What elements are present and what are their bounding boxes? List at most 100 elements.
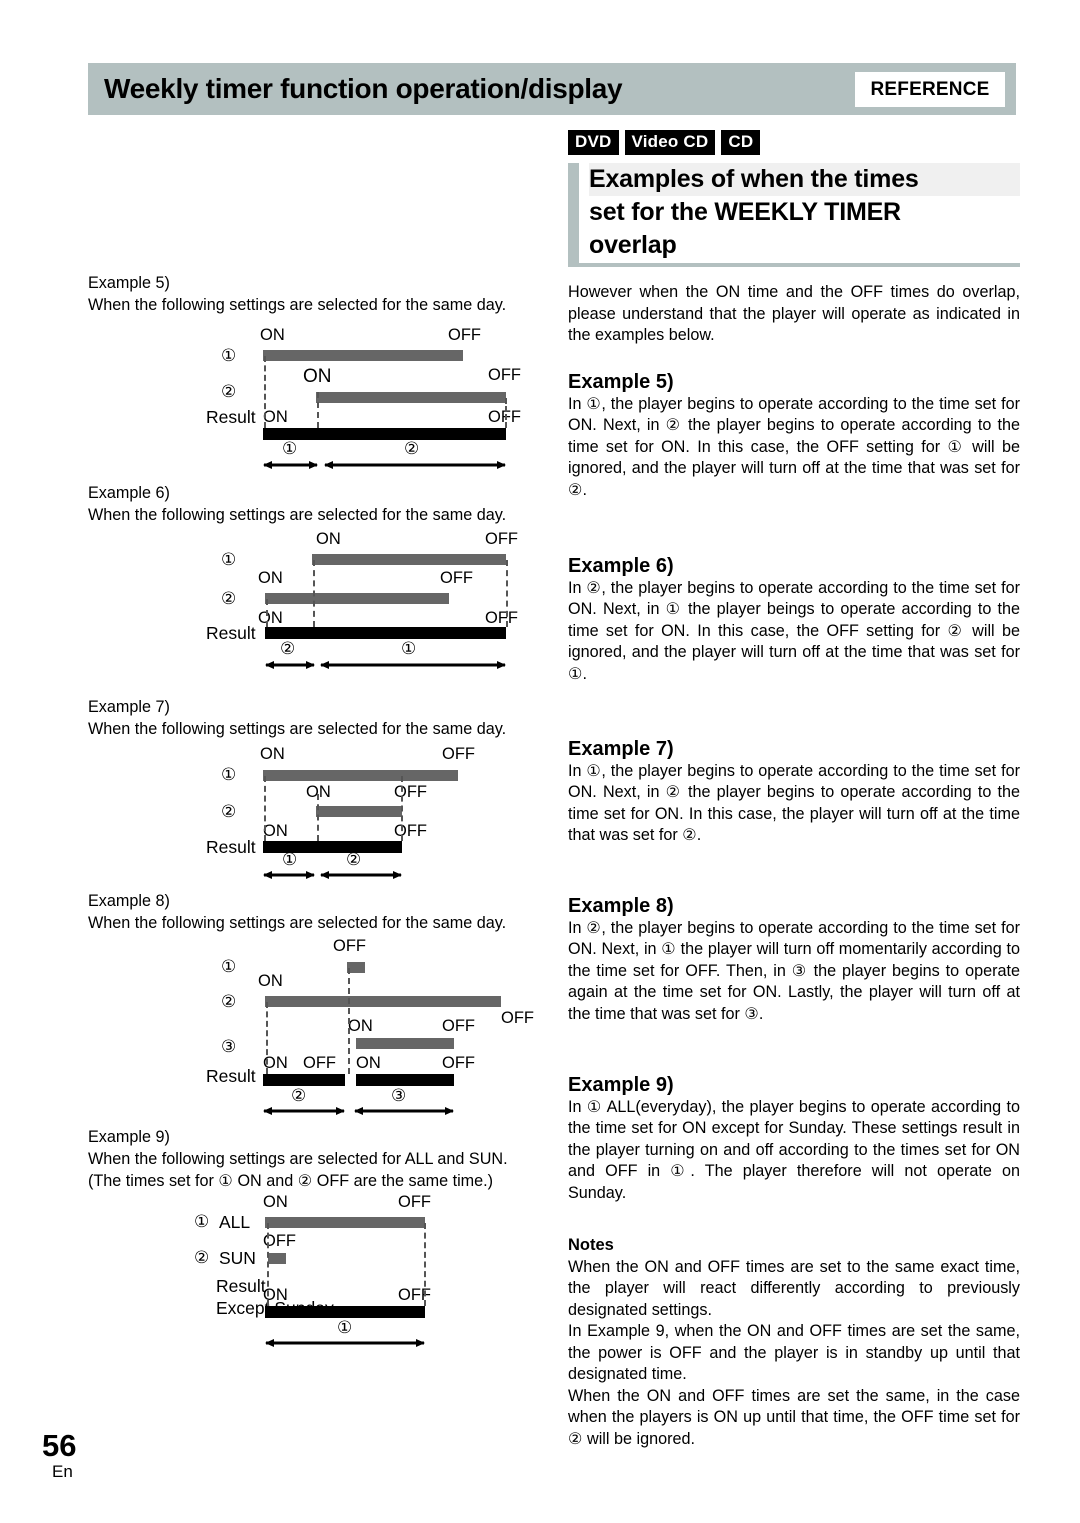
diagram-6-span2-arrow (320, 660, 506, 670)
diagram-9-result-off-label: OFF (398, 1286, 431, 1304)
diagram-6-span2-index: ① (401, 639, 417, 659)
left-example-9-caption: Example 9) When the following settings a… (88, 1126, 508, 1192)
diagram-7-row1-index: ① (221, 765, 237, 785)
diagram-7-guide-1 (264, 776, 266, 841)
diagram-6-row2-off-label: OFF (440, 569, 473, 587)
diagram-8-row3-on-label: ON (348, 1017, 373, 1035)
left-example-8-caption: Example 8) When the following settings a… (88, 890, 506, 934)
diagram-6-row1-off-label: OFF (485, 530, 518, 548)
notes-heading: Notes (568, 1236, 614, 1254)
diagram-5-row2-on-label: ON (303, 366, 332, 387)
left-example-5-heading: Example 5) (88, 274, 170, 292)
left-example-9-heading: Example 9) (88, 1128, 170, 1146)
diagram-6-guide-3 (266, 599, 268, 627)
page-number: 56 (42, 1428, 77, 1463)
diagram-9-row2-bar (268, 1253, 286, 1264)
right-example-7-body: In ①, the player begins to operate accor… (568, 761, 1020, 845)
diagram-7-row2-off-label: OFF (394, 783, 427, 801)
diagram-8-result-off-label-2: OFF (442, 1054, 475, 1072)
diagram-9-span-arrow (265, 1338, 425, 1348)
diagram-7-row1-off-label: OFF (442, 745, 475, 763)
disc-badge-video-cd: Video CD (624, 130, 716, 155)
page-language: En (52, 1462, 73, 1481)
diagram-5-row1-on-label: ON (260, 326, 285, 344)
diagram-5-result-bar (263, 428, 506, 440)
left-example-9-subtitle-2: (The times set for ① ON and ② OFF are th… (88, 1172, 494, 1190)
reference-badge: REFERENCE (855, 72, 1005, 107)
left-example-7-caption: Example 7) When the following settings a… (88, 696, 506, 740)
note-1: When the ON and OFF times are set to the… (568, 1257, 1020, 1319)
diagram-9-span-index: ① (337, 1318, 353, 1338)
left-example-6-subtitle: When the following settings are selected… (88, 506, 507, 524)
diagram-8-result-off-label-1: OFF (303, 1054, 336, 1072)
diagram-8-row3-index: ③ (221, 1037, 237, 1057)
diagram-6-row2-bar (265, 593, 449, 604)
right-example-5-heading: Example 5) (568, 371, 674, 393)
diagram-7-span2-index: ② (346, 850, 362, 870)
diagram-6-row1-index: ① (221, 550, 237, 570)
diagram-6-guide-2 (506, 560, 508, 627)
diagram-5-row1-index: ① (221, 346, 237, 366)
diagram-7-guide-2 (317, 794, 319, 841)
diagram-7-row1-on-label: ON (260, 745, 285, 763)
left-example-9-subtitle-1: When the following settings are selected… (88, 1150, 508, 1168)
right-intro-paragraph: However when the ON time and the OFF tim… (568, 282, 1020, 347)
disc-type-badges: DVD Video CD CD (568, 130, 761, 155)
diagram-5-result-label: Result (206, 407, 256, 427)
diagram-5-row2-bar (316, 392, 506, 403)
diagram-6-result-off-label: OFF (485, 609, 518, 627)
diagram-7-guide-3 (401, 776, 403, 841)
diagram-8-span1-arrow (263, 1106, 345, 1116)
diagram-9-row1-index: ① (194, 1212, 210, 1232)
diagram-8-row2-index: ② (221, 992, 237, 1012)
diagram-8-row1-index: ① (221, 957, 237, 977)
right-example-7-heading: Example 7) (568, 738, 674, 760)
right-example-5-body: In ①, the player begins to operate accor… (568, 394, 1020, 499)
diagram-8-result-bar-1 (263, 1074, 345, 1086)
right-example-8-body: In ②, the player begins to operate accor… (568, 918, 1020, 1023)
left-example-7-heading: Example 7) (88, 698, 170, 716)
diagram-6-span1-arrow (265, 660, 315, 670)
diagram-9-row1-day-label: ALL (219, 1212, 251, 1232)
diagram-9-guide-2 (424, 1223, 426, 1306)
diagram-5-row2-index: ② (221, 382, 237, 402)
note-2: In Example 9, when the ON and OFF times … (568, 1322, 1020, 1383)
section-title-block: Examples of when the times set for the W… (568, 163, 1020, 267)
reference-badge-label: REFERENCE (870, 78, 990, 100)
diagram-7-row2-bar (316, 806, 402, 817)
diagram-6-result-on-label: ON (258, 609, 283, 627)
diagram-5-guide-2 (317, 392, 319, 428)
diagram-8-span1-index: ② (291, 1086, 307, 1106)
diagram-9-row1-on-label: ON (263, 1193, 288, 1211)
diagram-6-result-bar (265, 627, 506, 639)
disc-badge-dvd: DVD (568, 130, 619, 155)
right-notes-block: Notes When the ON and OFF times are set … (568, 1235, 1020, 1450)
diagram-5-guide-1 (264, 356, 266, 428)
right-example-6-body: In ②, the player begins to operate accor… (568, 578, 1020, 683)
diagram-8-result-bar-2 (356, 1074, 454, 1086)
disc-badge-cd: CD (721, 130, 761, 155)
diagram-9-row2-index: ② (194, 1248, 210, 1268)
diagram-6-result-label: Result (206, 623, 256, 643)
diagram-example-8: OFF ① ON ② OFF ON OFF ③ Result ON OFF ON… (88, 934, 540, 1124)
section-title-accent-bar (568, 163, 579, 263)
section-title-line1: Examples of when the times (589, 163, 1020, 196)
diagram-6-row2-on-label: ON (258, 569, 283, 587)
diagram-5-guide-3 (505, 398, 507, 428)
diagram-6-row1-bar (312, 554, 506, 565)
right-example-9-body: In ① ALL(everyday), the player begins to… (568, 1097, 1020, 1202)
right-example-7: Example 7) In ①, the player begins to op… (568, 738, 1020, 847)
right-example-6-heading: Example 6) (568, 555, 674, 577)
diagram-5-span2-arrow (324, 460, 506, 470)
left-example-5-subtitle: When the following settings are selected… (88, 296, 507, 314)
left-example-6-caption: Example 6) When the following settings a… (88, 482, 506, 526)
diagram-8-row2-bar (265, 996, 501, 1007)
diagram-8-span2-index: ③ (391, 1086, 407, 1106)
diagram-5-span1-arrow (263, 460, 318, 470)
left-example-5-caption: Example 5) When the following settings a… (88, 272, 506, 316)
diagram-9-row1-bar (265, 1217, 425, 1228)
diagram-7-span1-index: ① (282, 850, 298, 870)
diagram-7-result-on-label: ON (263, 822, 288, 840)
section-title-line2: set for the WEEKLY TIMER (589, 198, 901, 226)
diagram-5-result-on-label: ON (263, 408, 288, 426)
